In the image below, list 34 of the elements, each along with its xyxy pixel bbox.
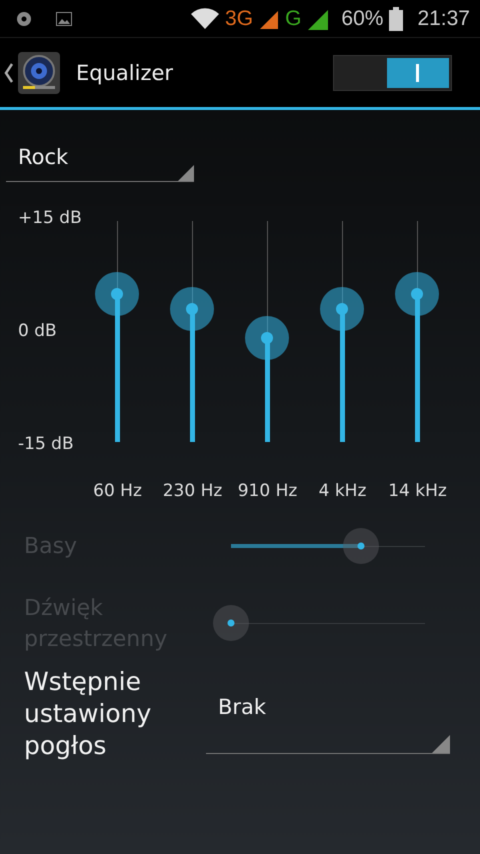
slider-thumb[interactable] <box>95 272 139 316</box>
battery-icon <box>389 6 404 30</box>
thumb-halo <box>342 528 379 564</box>
toggle-switch[interactable] <box>333 54 452 90</box>
scale-label: 0 dB <box>18 321 58 341</box>
reverb-dropdown[interactable]: Brak <box>206 674 450 754</box>
dropdown-corner-icon <box>178 165 194 181</box>
scale-label: +15 dB <box>18 208 80 228</box>
disc-icon <box>16 10 32 26</box>
signal-icon <box>259 8 280 28</box>
frequency-label: 910 Hz <box>238 481 298 501</box>
network-type-label: G <box>285 8 302 29</box>
slider-thumb[interactable] <box>245 316 289 360</box>
frequency-label: 14 kHz <box>388 481 447 501</box>
dropdown-corner-icon <box>432 735 450 753</box>
wifi-icon <box>191 8 220 30</box>
signal-icon <box>307 8 330 30</box>
battery-percent: 60% <box>341 8 384 29</box>
speaker-icon <box>18 52 60 94</box>
clock: 21:37 <box>417 8 470 29</box>
scale-label: -15 dB <box>18 434 75 454</box>
network-type-label: 3G <box>225 8 254 29</box>
reverb-label: Wstępnie ustawiony pogłos <box>24 666 152 762</box>
frequency-label: 230 Hz <box>162 481 222 501</box>
frequency-label: 4 kHz <box>318 481 366 501</box>
screen-title: Equalizer <box>76 60 174 84</box>
back-icon[interactable] <box>4 62 14 82</box>
slider-thumb[interactable] <box>320 287 364 332</box>
thumb-halo <box>213 605 249 641</box>
picture-icon <box>56 12 72 26</box>
preset-dropdown[interactable]: Rock <box>6 132 194 182</box>
slider-thumb[interactable] <box>395 272 439 316</box>
frequency-label: 60 Hz <box>93 481 142 501</box>
slider-thumb[interactable] <box>170 287 214 332</box>
